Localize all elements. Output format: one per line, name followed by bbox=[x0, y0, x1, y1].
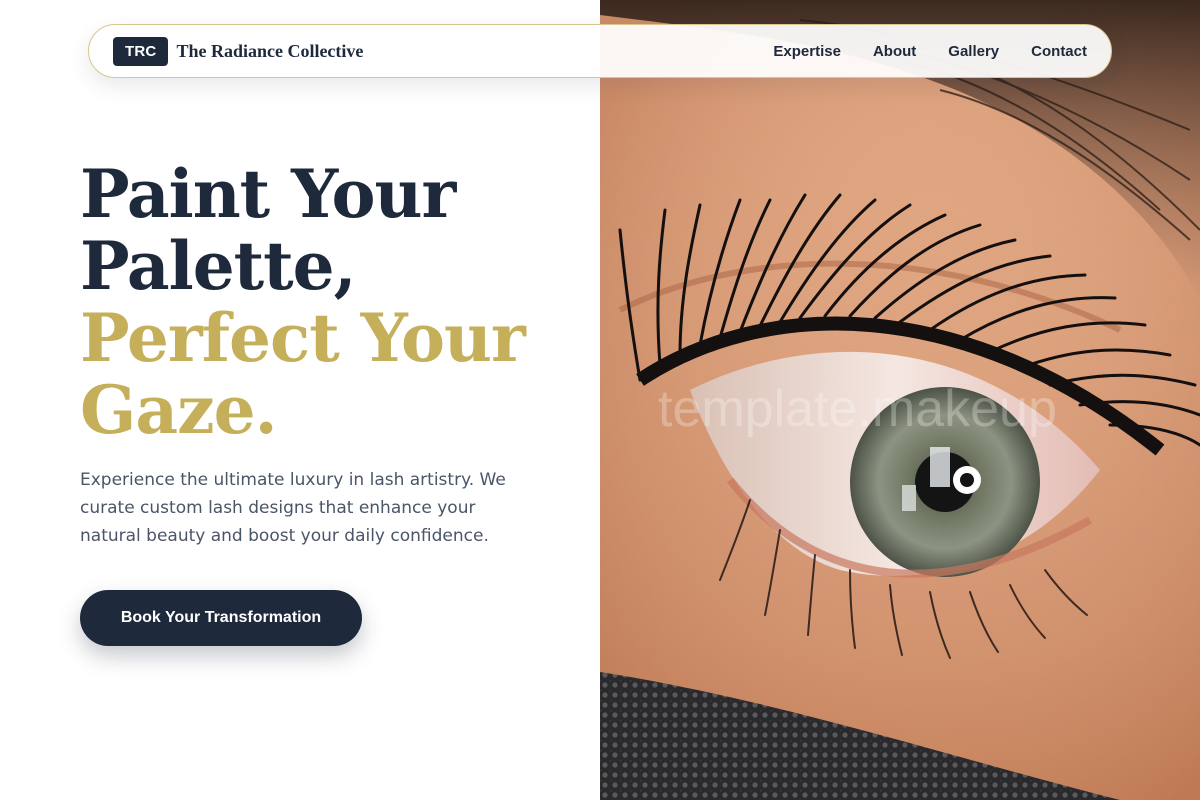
brand-name[interactable]: The Radiance Collective bbox=[176, 41, 363, 62]
nav-link-contact[interactable]: Contact bbox=[1031, 43, 1087, 60]
book-transformation-button[interactable]: Book Your Transformation bbox=[80, 590, 362, 646]
nav-links: Expertise About Gallery Contact bbox=[773, 43, 1087, 60]
headline-line-2: Palette, bbox=[80, 227, 357, 305]
nav-link-expertise[interactable]: Expertise bbox=[773, 43, 841, 60]
headline-line-3: Perfect Your bbox=[80, 299, 526, 377]
brand-logo-badge[interactable]: TRC bbox=[113, 36, 169, 66]
hero-eye-image: template.makeup bbox=[600, 0, 1200, 800]
nav-link-about[interactable]: About bbox=[873, 43, 916, 60]
hero-description: Experience the ultimate luxury in lash a… bbox=[80, 470, 506, 546]
headline-line-1: Paint Your bbox=[80, 155, 456, 233]
nav-link-gallery[interactable]: Gallery bbox=[948, 43, 999, 60]
hero-headline: Paint Your Palette, Perfect Your Gaze. bbox=[80, 158, 580, 446]
top-navbar: TRC The Radiance Collective Expertise Ab… bbox=[88, 24, 1112, 78]
eye-illustration: template.makeup bbox=[600, 0, 1200, 800]
image-watermark: template.makeup bbox=[658, 380, 1057, 438]
headline-line-4: Gaze. bbox=[80, 371, 278, 449]
